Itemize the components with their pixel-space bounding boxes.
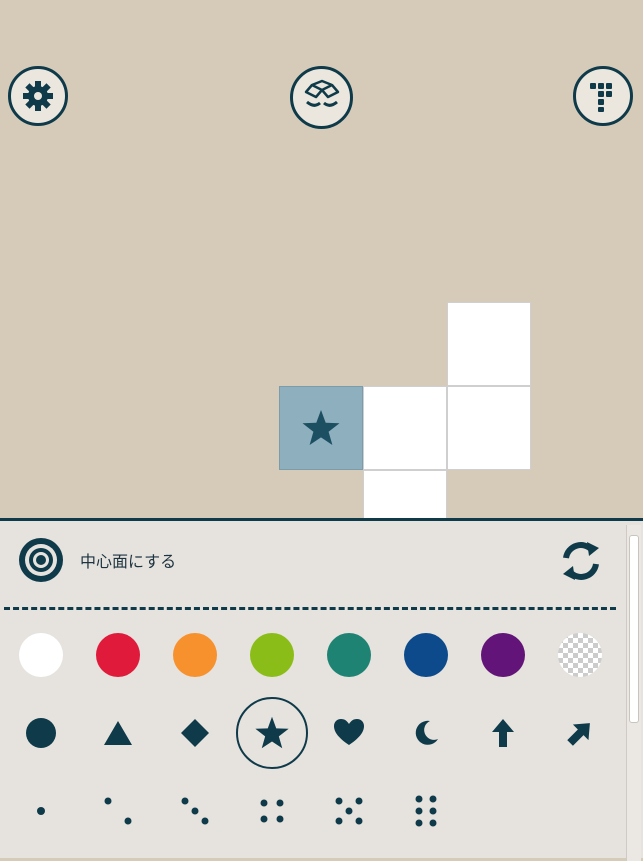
- shape-diagonal-arrow-button[interactable]: [560, 713, 600, 753]
- gear-icon: [23, 81, 53, 111]
- diagonal-arrow-icon: [567, 723, 590, 746]
- net-face-bottom[interactable]: [363, 470, 447, 520]
- tetromino-icon: [590, 83, 612, 112]
- net-face-selected[interactable]: [279, 386, 363, 470]
- dice-one-icon[interactable]: [21, 791, 61, 831]
- section-divider: [4, 607, 616, 610]
- shape-crescent-button[interactable]: [406, 713, 446, 753]
- star-icon: [302, 410, 340, 445]
- net-face-top[interactable]: [447, 302, 531, 386]
- net-face-middle[interactable]: [363, 386, 447, 470]
- center-face-label: 中心面にする: [80, 552, 177, 571]
- dice-two-icon[interactable]: [98, 791, 138, 831]
- color-red-swatch[interactable]: [96, 633, 140, 677]
- settings-button[interactable]: [8, 66, 68, 126]
- triangle-icon: [104, 721, 132, 745]
- shape-circle-button[interactable]: [21, 713, 61, 753]
- shape-up-arrow-button[interactable]: [483, 713, 523, 753]
- cube-view-button[interactable]: [290, 66, 353, 129]
- open-box-eyes-icon: [304, 79, 339, 107]
- circle-icon: [26, 718, 56, 748]
- net-face-right[interactable]: [447, 386, 531, 470]
- refresh-icon[interactable]: [558, 538, 604, 584]
- color-purple-swatch[interactable]: [481, 633, 525, 677]
- color-teal-swatch[interactable]: [327, 633, 371, 677]
- shape-star-button-selected[interactable]: [236, 697, 308, 769]
- up-arrow-icon: [492, 719, 514, 747]
- target-icon: [19, 538, 63, 582]
- dice-five-icon[interactable]: [329, 791, 369, 831]
- color-blue-swatch[interactable]: [404, 633, 448, 677]
- color-orange-swatch[interactable]: [173, 633, 217, 677]
- color-green-swatch[interactable]: [250, 633, 294, 677]
- shape-triangle-button[interactable]: [98, 713, 138, 753]
- center-face-row[interactable]: 中心面にする: [18, 537, 176, 583]
- heart-icon: [334, 719, 364, 745]
- scrollbar[interactable]: [626, 525, 641, 861]
- color-white-swatch[interactable]: [19, 633, 63, 677]
- scroll-thumb[interactable]: [629, 535, 639, 723]
- shape-heart-button[interactable]: [329, 713, 369, 753]
- shape-diamond-button[interactable]: [175, 713, 215, 753]
- star-icon: [255, 716, 289, 749]
- pieces-button[interactable]: [573, 66, 633, 126]
- crescent-icon: [415, 720, 438, 745]
- dice-three-icon[interactable]: [175, 791, 215, 831]
- diamond-icon: [181, 719, 209, 747]
- canvas-area: [0, 0, 643, 520]
- dice-four-icon[interactable]: [252, 791, 292, 831]
- dice-six-icon[interactable]: [406, 791, 446, 831]
- color-transparent-swatch[interactable]: [558, 633, 602, 677]
- decoration-panel: 中心面にする: [0, 518, 643, 861]
